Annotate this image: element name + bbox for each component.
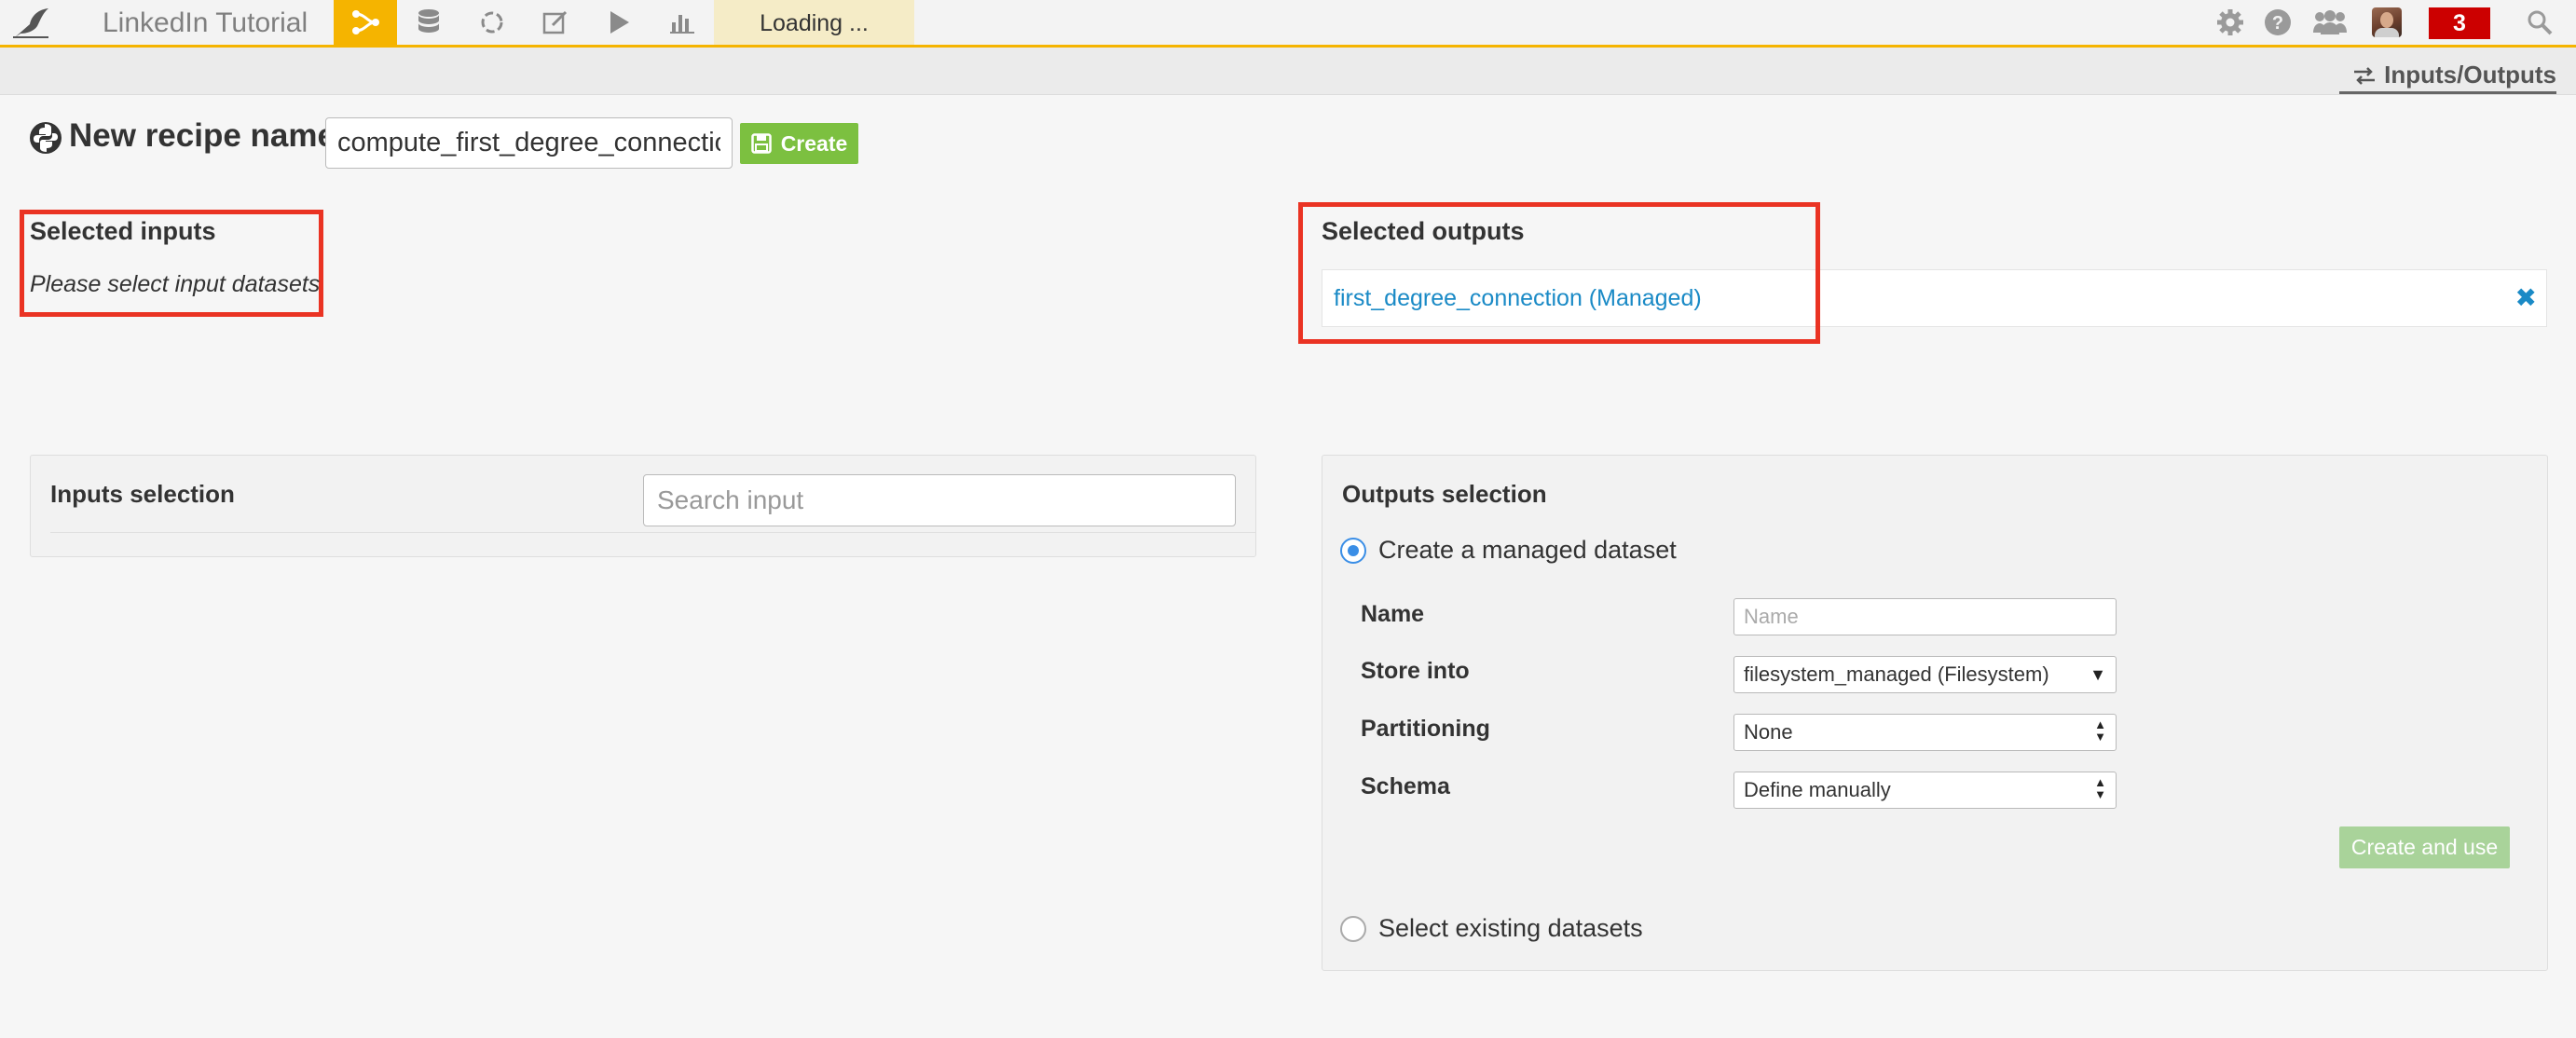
- store-into-label: Store into: [1361, 658, 1470, 684]
- schema-label: Schema: [1361, 773, 1450, 799]
- selected-outputs-highlight: [1298, 202, 1820, 344]
- create-button-label: Create: [780, 130, 848, 156]
- select-updown-icon: ▲ ▼: [2094, 717, 2106, 744]
- inputs-panel-divider: [50, 532, 1255, 533]
- search-icon[interactable]: [2514, 0, 2565, 45]
- users-icon[interactable]: [2305, 0, 2355, 45]
- select-existing-datasets-label[interactable]: Select existing datasets: [1378, 914, 1643, 943]
- selected-inputs-title: Selected inputs: [30, 217, 216, 245]
- schema-value: Define manually: [1744, 778, 1891, 801]
- python-recipe-icon: [30, 122, 62, 154]
- svg-text:?: ?: [2272, 13, 2283, 34]
- partitioning-select[interactable]: None ▲ ▼: [1733, 714, 2117, 751]
- select-updown-icon: ▲ ▼: [2094, 775, 2106, 801]
- outputs-selection-title: Outputs selection: [1342, 480, 1547, 508]
- help-icon[interactable]: ?: [2253, 0, 2303, 45]
- project-name[interactable]: LinkedIn Tutorial: [103, 0, 308, 45]
- dropdown-caret-icon: ▼: [2090, 665, 2106, 684]
- user-avatar[interactable]: [2372, 7, 2402, 37]
- select-existing-datasets-radio[interactable]: [1340, 916, 1366, 942]
- create-managed-dataset-radio[interactable]: [1340, 538, 1366, 564]
- loading-indicator: Loading ...: [714, 0, 914, 45]
- create-and-use-button[interactable]: Create and use: [2339, 826, 2510, 868]
- create-recipe-button[interactable]: Create: [740, 123, 858, 164]
- save-icon: [750, 133, 772, 154]
- recipe-subheader: Inputs/Outputs: [0, 48, 2576, 95]
- tab-inputs-outputs-label: Inputs/Outputs: [2384, 61, 2556, 89]
- dataset-name-input[interactable]: [1733, 598, 2117, 635]
- flow-icon[interactable]: [334, 0, 397, 45]
- tab-inputs-outputs[interactable]: Inputs/Outputs: [2339, 59, 2556, 94]
- name-label: Name: [1361, 601, 1425, 627]
- remove-output-icon[interactable]: ✖: [2515, 270, 2537, 326]
- create-managed-dataset-label[interactable]: Create a managed dataset: [1378, 536, 1677, 565]
- store-into-value: filesystem_managed (Filesystem): [1744, 662, 2049, 686]
- notebooks-icon[interactable]: [524, 0, 587, 45]
- store-into-select[interactable]: filesystem_managed (Filesystem) ▼: [1733, 656, 2117, 693]
- notifications-badge[interactable]: 3: [2429, 7, 2490, 39]
- recipes-icon[interactable]: [460, 0, 524, 45]
- partitioning-label: Partitioning: [1361, 716, 1490, 742]
- recipe-name-label: New recipe name: [69, 117, 336, 154]
- selected-inputs-empty-text: Please select input datasets: [30, 271, 321, 297]
- outputs-selection-panel: [1322, 455, 2548, 971]
- inputs-selection-title: Inputs selection: [50, 480, 235, 508]
- partitioning-value: None: [1744, 720, 1793, 744]
- swap-arrows-icon: [2354, 66, 2376, 85]
- jobs-play-icon[interactable]: [587, 0, 651, 45]
- schema-select[interactable]: Define manually ▲ ▼: [1733, 772, 2117, 809]
- recipe-name-input[interactable]: [325, 117, 733, 169]
- top-navigation-bar: LinkedIn Tutorial Loading ... ? 3: [0, 0, 2576, 48]
- dataiku-bird-logo-icon[interactable]: [0, 0, 62, 45]
- dashboards-chart-icon[interactable]: [651, 0, 714, 45]
- search-input[interactable]: [643, 474, 1236, 526]
- gear-icon[interactable]: [2205, 0, 2255, 45]
- datasets-icon[interactable]: [397, 0, 460, 45]
